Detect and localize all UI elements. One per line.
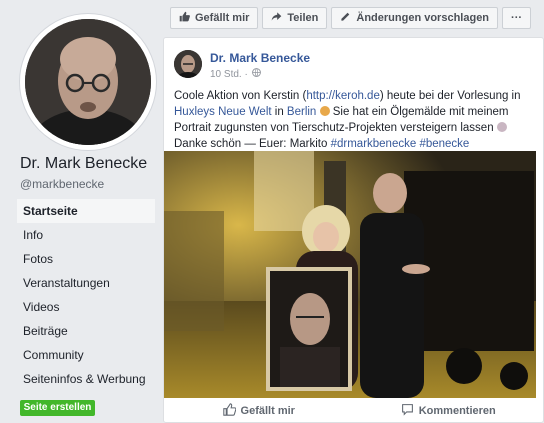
post-card: Dr. Mark Benecke 10 Std. · Coole Aktion … [163,37,544,423]
post-text-part: Coole Aktion von Kerstin ( [174,90,307,102]
keroh-link[interactable]: http://keroh.de [306,90,380,102]
hashtag-benecke[interactable]: #benecke [419,138,469,150]
nav-item-community[interactable]: Community [17,343,155,367]
page-like-button[interactable]: Gefällt mir [170,7,259,29]
nav-item-seiteninfos[interactable]: Seiteninfos & Werbung [17,367,155,391]
page-share-label: Teilen [287,12,319,24]
berlin-link[interactable]: Berlin [287,106,316,118]
nav-item-beitraege[interactable]: Beiträge [17,319,155,343]
post-text-part: ) heute bei der Vorlesung in [379,90,521,102]
suggest-edits-label: Änderungen vorschlagen [356,12,490,24]
post-author-avatar[interactable] [174,50,202,78]
more-options-label: ··· [511,12,523,24]
more-options-button[interactable]: ··· [502,7,532,29]
nav-item-fotos[interactable]: Fotos [17,247,155,271]
page-share-button[interactable]: Teilen [262,7,328,29]
post-reaction-bar: Gefällt mir Kommentieren [164,398,543,423]
comment-bubble-icon [401,403,414,419]
post-timestamp[interactable]: 10 Std. · [210,69,248,80]
page-sidebar: Dr. Mark Benecke @markbenecke Startseite… [0,0,163,423]
post-author-name[interactable]: Dr. Mark Benecke [210,51,310,65]
post-meta: 10 Std. · [210,68,261,80]
post-text: Coole Aktion von Kerstin (http://keroh.d… [174,88,538,152]
pencil-icon [340,11,351,25]
cat-emoji-icon [496,122,507,132]
cookie-emoji-icon [319,106,330,116]
suggest-edits-button[interactable]: Änderungen vorschlagen [331,7,499,29]
post-photo[interactable] [164,151,536,398]
nav-item-startseite[interactable]: Startseite [17,199,155,223]
share-arrow-icon [271,11,282,25]
nav-item-veranstaltungen[interactable]: Veranstaltungen [17,271,155,295]
profile-picture[interactable] [25,19,151,145]
post-comment-label: Kommentieren [418,405,496,417]
post-like-label: Gefällt mir [240,405,295,417]
nav-item-info[interactable]: Info [17,223,155,247]
globe-icon [251,68,261,80]
page-name[interactable]: Dr. Mark Benecke [20,155,147,173]
profile-picture-frame[interactable] [20,14,156,150]
page-like-label: Gefällt mir [195,12,250,24]
hashtag-drmarkbenecke[interactable]: #drmarkbenecke [331,138,417,150]
thumbs-up-icon [222,403,236,419]
page-nav: Startseite Info Fotos Veranstaltungen Vi… [17,199,155,391]
nav-item-videos[interactable]: Videos [17,295,155,319]
post-comment-button[interactable]: Kommentieren [354,398,544,423]
page-username[interactable]: @markbenecke [20,177,104,191]
page-action-bar: Gefällt mir Teilen Änderungen vorschlage… [170,7,532,29]
post-text-part: Danke schön — Euer: Markito [174,138,331,150]
post-text-part: in [271,106,287,118]
thumbs-up-icon [179,11,190,25]
create-page-button[interactable]: Seite erstellen [20,400,95,416]
huxleys-link[interactable]: Huxleys Neue Welt [174,106,272,118]
post-like-button[interactable]: Gefällt mir [164,398,354,423]
